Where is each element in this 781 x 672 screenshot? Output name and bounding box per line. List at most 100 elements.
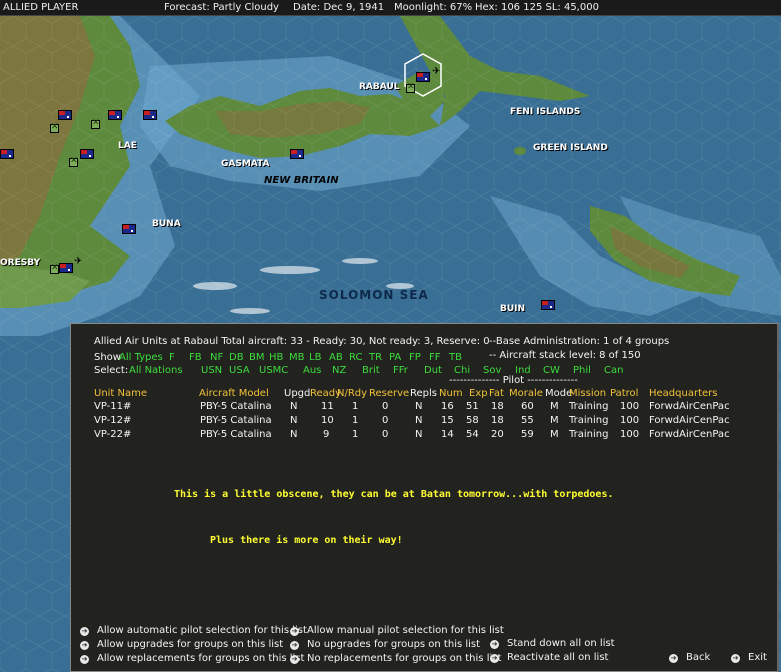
mode-value[interactable]: M	[550, 429, 559, 440]
allied-unit-flag[interactable]	[108, 110, 122, 120]
aircraft-model: PBY-5 Catalina	[200, 415, 272, 426]
reserve-count[interactable]: 0	[382, 401, 388, 412]
filter-nation-usmc[interactable]: USMC	[259, 365, 288, 376]
filter-type-nf[interactable]: NF	[210, 352, 223, 363]
filter-type-ab[interactable]: AB	[329, 352, 343, 363]
headquarters-value[interactable]: ForwdAirCenPac	[649, 429, 730, 440]
headquarters-value[interactable]: ForwdAirCenPac	[649, 401, 730, 412]
stand-down-option[interactable]: ➔ Stand down all on list	[490, 638, 615, 649]
filter-type-fb[interactable]: FB	[189, 352, 202, 363]
pilot-num: 14	[441, 429, 454, 440]
reserve-count[interactable]: 0	[382, 415, 388, 426]
airfield-icon[interactable]	[406, 82, 415, 93]
col-repls[interactable]: Repls	[410, 388, 437, 399]
allied-unit-flag[interactable]	[59, 263, 73, 273]
auto-pilot-option[interactable]: ➔ Allow automatic pilot selection for thi…	[80, 625, 307, 636]
filter-nation-usn[interactable]: USN	[201, 365, 222, 376]
airfield-icon[interactable]	[50, 122, 59, 133]
map-label-lae: LAE	[118, 141, 137, 151]
filter-type-bm[interactable]: BM	[249, 352, 265, 363]
col-upgd[interactable]: Upgd	[284, 388, 310, 399]
arrow-right-icon: ➔	[290, 641, 299, 650]
airfield-icon[interactable]	[50, 263, 59, 274]
filter-type-ff[interactable]: FF	[429, 352, 441, 363]
filter-nation-ffr[interactable]: FFr	[393, 365, 408, 376]
reactivate-option[interactable]: ➔ Reactivate all on list	[490, 652, 608, 663]
unit-name-link[interactable]: VP-22#	[94, 429, 131, 440]
filter-type-fp[interactable]: FP	[409, 352, 421, 363]
col-patrol[interactable]: Patrol	[610, 388, 638, 399]
filter-type-db[interactable]: DB	[229, 352, 244, 363]
allied-unit-flag[interactable]	[58, 110, 72, 120]
mode-value[interactable]: M	[550, 401, 559, 412]
back-button[interactable]: ➔ Back	[669, 652, 710, 663]
reactivate-label: Reactivate all on list	[507, 652, 609, 663]
repls-toggle[interactable]: N	[415, 415, 422, 426]
repls-toggle[interactable]: N	[415, 401, 422, 412]
filter-all-types[interactable]: All Types	[119, 352, 163, 363]
allow-upgrades-option[interactable]: ➔ Allow upgrades for groups on this list	[80, 639, 283, 650]
filter-nation-usa[interactable]: USA	[229, 365, 250, 376]
allied-unit-flag[interactable]	[80, 149, 94, 159]
unit-name-link[interactable]: VP-12#	[94, 415, 131, 426]
col-exp[interactable]: Exp	[469, 388, 488, 399]
headquarters-value[interactable]: ForwdAirCenPac	[649, 415, 730, 426]
filter-type-f[interactable]: F	[169, 352, 175, 363]
filter-nation-can[interactable]: Can	[604, 365, 623, 376]
pilot-column-group: -------------- Pilot --------------	[449, 375, 578, 386]
col-aircraft-model[interactable]: Aircraft Model	[199, 388, 269, 399]
no-replacements-label: No replacements for groups on this list	[307, 653, 502, 664]
pilot-morale: 59	[521, 429, 534, 440]
map-label-buin: BUIN	[500, 304, 526, 314]
filter-nation-aus[interactable]: Aus	[303, 365, 321, 376]
filter-type-tr[interactable]: TR	[369, 352, 382, 363]
col-fat[interactable]: Fat	[489, 388, 504, 399]
airfield-icon[interactable]	[91, 118, 100, 129]
airfield-icon[interactable]	[69, 156, 78, 167]
mode-value[interactable]: M	[550, 415, 559, 426]
allied-unit-flag[interactable]	[416, 72, 430, 82]
filter-type-pa[interactable]: PA	[389, 352, 401, 363]
col-num[interactable]: Num	[439, 388, 463, 399]
upgd-toggle[interactable]: N	[290, 429, 297, 440]
map-label-green-island: GREEN ISLAND	[533, 143, 608, 153]
mission-value[interactable]: Training	[569, 415, 608, 426]
filter-nation-brit[interactable]: Brit	[362, 365, 380, 376]
col-unit-name[interactable]: Unit Name	[94, 388, 147, 399]
stack-level-readout: -- Aircraft stack level: 8 of 150	[489, 350, 641, 361]
filter-type-hb[interactable]: HB	[269, 352, 283, 363]
select-label: Select:	[94, 365, 129, 376]
col-mission[interactable]: Mission	[569, 388, 606, 399]
repls-toggle[interactable]: N	[415, 429, 422, 440]
allied-unit-flag[interactable]	[541, 300, 555, 310]
filter-nation-dut[interactable]: Dut	[424, 365, 442, 376]
allied-unit-flag[interactable]	[0, 149, 14, 159]
no-replacements-option[interactable]: ➔ No replacements for groups on this list	[290, 653, 501, 664]
reserve-count[interactable]: 0	[382, 429, 388, 440]
mission-value[interactable]: Training	[569, 429, 608, 440]
unit-name-link[interactable]: VP-11#	[94, 401, 131, 412]
no-upgrades-option[interactable]: ➔ No upgrades for groups on this list	[290, 639, 480, 650]
filter-all-nations[interactable]: All Nations	[129, 365, 183, 376]
filter-type-mb[interactable]: MB	[289, 352, 305, 363]
allow-replacements-option[interactable]: ➔ Allow replacements for groups on this l…	[80, 653, 304, 664]
filter-type-tb[interactable]: TB	[449, 352, 462, 363]
map-label-oresby: ORESBY	[0, 258, 41, 268]
manual-pilot-option[interactable]: ➔ Allow manual pilot selection for this l…	[290, 625, 504, 636]
col-nrdy[interactable]: N/Rdy	[337, 388, 367, 399]
allied-unit-flag[interactable]	[290, 149, 304, 159]
allied-unit-flag[interactable]	[122, 224, 136, 234]
exit-button[interactable]: ➔ Exit	[731, 652, 767, 663]
col-headquarters[interactable]: Headquarters	[649, 388, 717, 399]
filter-nation-nz[interactable]: NZ	[332, 365, 346, 376]
upgd-toggle[interactable]: N	[290, 401, 297, 412]
mission-value[interactable]: Training	[569, 401, 608, 412]
upgd-toggle[interactable]: N	[290, 415, 297, 426]
col-morale[interactable]: Morale	[509, 388, 543, 399]
filter-type-rc[interactable]: RC	[349, 352, 362, 363]
pilot-exp: 54	[466, 429, 479, 440]
allied-unit-flag[interactable]	[143, 110, 157, 120]
auto-pilot-label: Allow automatic pilot selection for this…	[97, 625, 307, 636]
col-reserve[interactable]: Reserve	[369, 388, 409, 399]
filter-type-lb[interactable]: LB	[309, 352, 321, 363]
